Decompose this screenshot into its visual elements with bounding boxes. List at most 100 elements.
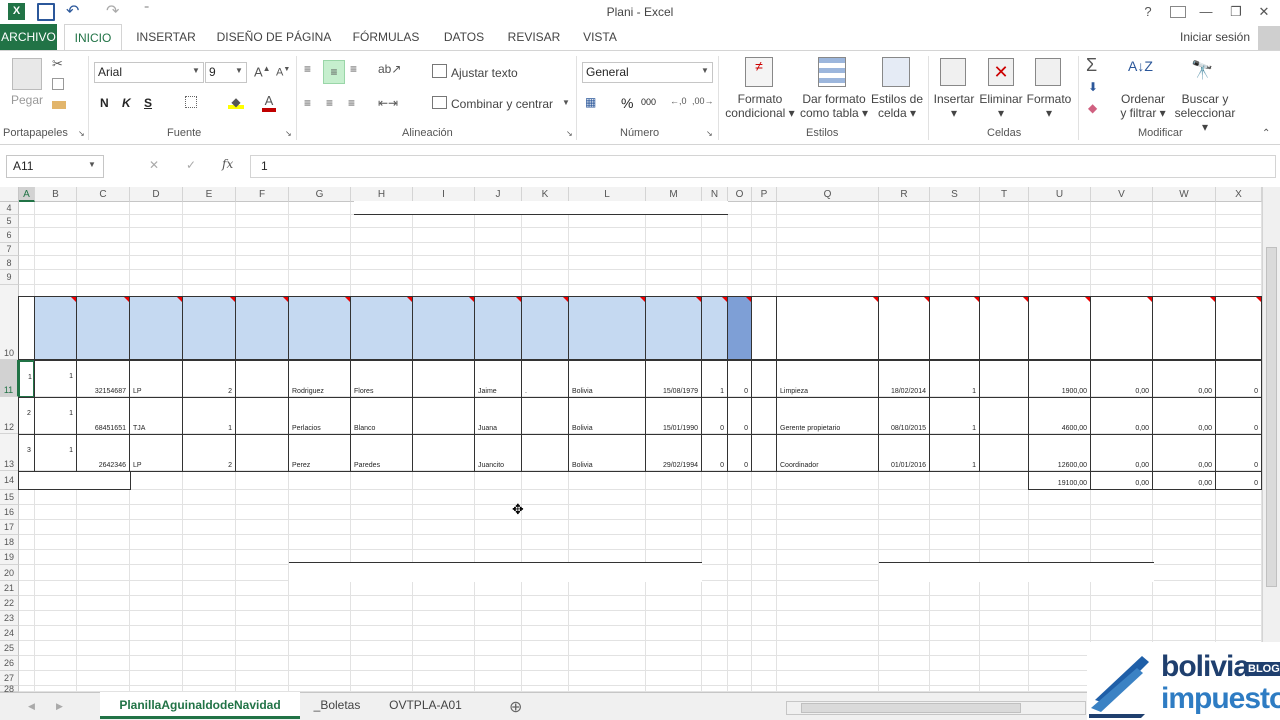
table-cell[interactable]: 15/08/1979 bbox=[645, 360, 702, 398]
table-cell[interactable]: Bolivia bbox=[568, 360, 646, 398]
row-header-14[interactable]: 14 bbox=[0, 471, 19, 490]
column-header-j[interactable]: J bbox=[475, 187, 522, 202]
table-cell[interactable]: Gerente propietario bbox=[776, 397, 879, 435]
table-cell[interactable]: LP bbox=[129, 360, 183, 398]
enter-icon[interactable]: ✓ bbox=[186, 158, 196, 172]
table-cell[interactable]: LP bbox=[129, 434, 183, 472]
table-cell[interactable]: 0 bbox=[1215, 360, 1262, 398]
ribbon-display-icon[interactable] bbox=[1170, 6, 1186, 18]
row-header-6[interactable]: 6 bbox=[0, 228, 19, 243]
table-cell[interactable]: 18/02/2014 bbox=[878, 360, 930, 398]
table-cell[interactable]: 0,00 bbox=[1152, 360, 1216, 398]
table-cell[interactable]: Jaime bbox=[474, 360, 522, 398]
column-header-o[interactable]: O bbox=[728, 187, 752, 202]
tab-datos[interactable]: DATOS bbox=[435, 24, 493, 51]
table-cell[interactable] bbox=[979, 434, 1029, 472]
table-cell[interactable]: 1 bbox=[34, 397, 77, 435]
table-cell[interactable]: Coordinador bbox=[776, 434, 879, 472]
minimize-button[interactable]: — bbox=[1198, 3, 1214, 21]
wrap-text-button[interactable]: Ajustar texto bbox=[451, 66, 518, 80]
column-header-t[interactable]: T bbox=[980, 187, 1029, 202]
tab-archivo[interactable]: ARCHIVO bbox=[0, 24, 57, 51]
wrap-text-icon[interactable] bbox=[432, 64, 447, 78]
table-cell[interactable]: 08/10/2015 bbox=[878, 397, 930, 435]
indent-icon[interactable]: ⇤⇥ bbox=[378, 96, 398, 110]
table-cell[interactable]: 1 bbox=[34, 360, 77, 398]
table-cell[interactable]: 01/01/2016 bbox=[878, 434, 930, 472]
table-cell[interactable] bbox=[412, 397, 475, 435]
table-cell[interactable]: 68451651 bbox=[76, 397, 130, 435]
chevron-down-icon[interactable]: ▼ bbox=[192, 66, 200, 75]
table-cell[interactable]: 4600,00 bbox=[1028, 397, 1091, 435]
tab-revisar[interactable]: REVISAR bbox=[502, 24, 566, 51]
row-header-19[interactable]: 19 bbox=[0, 550, 19, 565]
table-cell[interactable]: 0 bbox=[701, 397, 728, 435]
row-header-12[interactable]: 12 bbox=[0, 397, 19, 434]
chevron-down-icon[interactable]: ▼ bbox=[235, 66, 243, 75]
row-header-7[interactable]: 7 bbox=[0, 243, 19, 256]
align-bottom-icon[interactable]: ≡ bbox=[350, 62, 357, 76]
format-cells-icon[interactable] bbox=[1035, 58, 1061, 86]
table-cell[interactable]: Limpieza bbox=[776, 360, 879, 398]
dialog-launcher-icon[interactable]: ↘ bbox=[566, 129, 573, 138]
table-cell[interactable]: 3 bbox=[18, 434, 35, 472]
column-header-k[interactable]: K bbox=[522, 187, 569, 202]
total-cell[interactable]: 0,00 bbox=[1090, 471, 1153, 490]
table-cell[interactable]: 0,00 bbox=[1152, 397, 1216, 435]
align-left-icon[interactable]: ≡ bbox=[304, 96, 311, 110]
formula-input[interactable]: 1 bbox=[250, 155, 1276, 178]
cancel-icon[interactable]: ✕ bbox=[149, 158, 159, 172]
cell-styles-icon[interactable] bbox=[882, 57, 910, 87]
column-header-f[interactable]: F bbox=[236, 187, 289, 202]
table-cell[interactable]: 0,00 bbox=[1090, 360, 1153, 398]
column-header-q[interactable]: Q bbox=[777, 187, 879, 202]
total-cell[interactable]: 0,00 bbox=[1152, 471, 1216, 490]
conditional-format-button[interactable]: Formato condicional ▾ bbox=[725, 92, 795, 120]
table-cell[interactable]: 1 bbox=[18, 360, 35, 398]
column-header-d[interactable]: D bbox=[130, 187, 183, 202]
column-header-e[interactable]: E bbox=[183, 187, 236, 202]
table-cell[interactable]: 0 bbox=[1215, 397, 1262, 435]
column-header-h[interactable]: H bbox=[351, 187, 413, 202]
scrollbar-thumb[interactable] bbox=[801, 703, 1021, 713]
tab-formulas[interactable]: FÓRMULAS bbox=[345, 24, 427, 51]
italic-button[interactable]: K bbox=[122, 96, 131, 110]
tab-vista[interactable]: VISTA bbox=[576, 24, 624, 51]
align-top-icon[interactable]: ≡ bbox=[304, 62, 311, 76]
sort-filter-button[interactable]: Ordenar y filtrar ▾ bbox=[1118, 92, 1168, 120]
sheet-tab-boletas[interactable]: _Boletas bbox=[302, 692, 372, 719]
row-header-16[interactable]: 16 bbox=[0, 505, 19, 520]
fill-color-icon[interactable]: ◆ bbox=[228, 95, 244, 109]
dialog-launcher-icon[interactable]: ↘ bbox=[285, 129, 292, 138]
insert-cells-button[interactable]: Insertar ▾ bbox=[933, 92, 975, 120]
table-cell[interactable] bbox=[751, 360, 777, 398]
table-cell[interactable]: Flores bbox=[350, 360, 413, 398]
chevron-down-icon[interactable]: ▼ bbox=[562, 98, 570, 107]
table-cell[interactable] bbox=[751, 434, 777, 472]
paste-icon[interactable] bbox=[12, 58, 42, 90]
table-cell[interactable]: Paredes bbox=[350, 434, 413, 472]
column-header-a[interactable]: A bbox=[19, 187, 35, 202]
row-header-18[interactable]: 18 bbox=[0, 535, 19, 550]
find-select-icon[interactable]: 🔭 bbox=[1191, 60, 1213, 81]
table-cell[interactable]: 2 bbox=[182, 434, 236, 472]
table-cell[interactable] bbox=[235, 434, 289, 472]
row-header-23[interactable]: 23 bbox=[0, 611, 19, 626]
table-cell[interactable] bbox=[235, 397, 289, 435]
table-cell[interactable]: 12600,00 bbox=[1028, 434, 1091, 472]
row-header-21[interactable]: 21 bbox=[0, 581, 19, 596]
next-sheet-icon[interactable]: ▶ bbox=[56, 701, 63, 712]
autosum-icon[interactable]: Σ bbox=[1086, 55, 1097, 76]
row-header-26[interactable]: 26 bbox=[0, 656, 19, 671]
orientation-icon[interactable]: ab↗ bbox=[378, 62, 401, 76]
column-header-s[interactable]: S bbox=[930, 187, 980, 202]
format-as-table-button[interactable]: Dar formato como tabla ▾ bbox=[798, 92, 870, 120]
table-cell[interactable]: 0,00 bbox=[1090, 397, 1153, 435]
font-name-select[interactable]: Arial bbox=[94, 62, 204, 83]
delete-cells-button[interactable]: Eliminar ▾ bbox=[978, 92, 1024, 120]
table-cell[interactable]: 1 bbox=[929, 434, 980, 472]
insert-function-icon[interactable]: fx bbox=[222, 157, 233, 171]
table-cell[interactable]: 0 bbox=[727, 434, 752, 472]
column-header-n[interactable]: N bbox=[702, 187, 728, 202]
format-as-table-icon[interactable] bbox=[818, 57, 846, 87]
